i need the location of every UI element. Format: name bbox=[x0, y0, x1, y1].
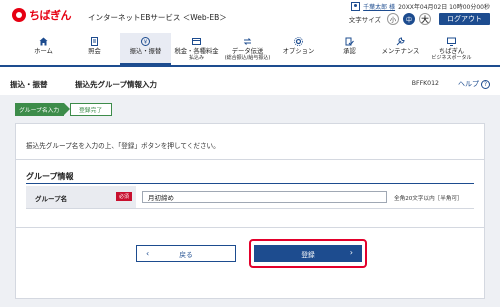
chevron-left-icon: ‹ bbox=[146, 249, 150, 258]
nav-sub-label: 払込み bbox=[188, 54, 204, 61]
group-name-value-cell: 全角20文字以内［半角可］ bbox=[136, 186, 474, 208]
nav-item-tax-payment[interactable]: 税金・各種料金 払込み bbox=[171, 33, 222, 65]
nav-item-home[interactable]: ホーム bbox=[18, 33, 69, 65]
nav-item-maintenance[interactable]: メンテナンス bbox=[375, 33, 426, 65]
nav-item-transfer[interactable]: ¥ 振込・振替 bbox=[120, 33, 171, 65]
input-hint: 全角20文字以内［半角可］ bbox=[394, 196, 463, 202]
login-time: 20XX年04月02日 10時00分00秒 bbox=[398, 4, 490, 11]
chevron-right-icon: › bbox=[349, 248, 353, 257]
maintenance-icon bbox=[396, 37, 405, 46]
logout-button[interactable]: ログアウト bbox=[439, 13, 490, 25]
step-label: 登録完了 bbox=[79, 108, 103, 114]
nav-label: 振込・振替 bbox=[129, 48, 162, 55]
register-button[interactable]: 登録 › bbox=[254, 245, 362, 262]
user-name[interactable]: 千葉太郎 様 bbox=[363, 2, 395, 11]
nav-label: オプション bbox=[282, 48, 315, 55]
breadcrumb-category: 振込・振替 bbox=[10, 80, 48, 89]
help-label: ヘルプ bbox=[458, 80, 479, 88]
instruction-text: 振込先グループ名を入力の上、「登録」ボタンを押してください。 bbox=[26, 142, 220, 150]
help-question-icon: ? bbox=[481, 79, 490, 89]
page-title-bar: 振込・振替 振込先グループ情報入力 BFFK012 ヘルプ ? bbox=[0, 73, 500, 93]
logo[interactable]: ちばぎん bbox=[12, 7, 72, 23]
nav-item-data-transfer[interactable]: データ伝送 (総合振込/給与振込) bbox=[222, 33, 273, 65]
step-next: 登録完了 bbox=[70, 103, 112, 116]
svg-text:¥: ¥ bbox=[144, 40, 148, 46]
font-size-controls: 文字サイズ 小 中 大 ログアウト bbox=[349, 13, 490, 25]
document-icon bbox=[90, 37, 99, 46]
chibagin-logo-icon bbox=[12, 8, 26, 22]
header: ちばぎん インターネットEBサービス ＜Web-EB＞ 千葉太郎 様 20XX年… bbox=[0, 0, 500, 33]
step-indicator: グループ名入力 登録完了 bbox=[15, 103, 112, 116]
tax-payment-icon bbox=[192, 37, 201, 46]
nav-label: 承認 bbox=[343, 48, 356, 55]
nav-label: ホーム bbox=[34, 48, 53, 55]
divider bbox=[16, 227, 484, 228]
group-name-label: グループ名 bbox=[35, 195, 68, 203]
main-panel: 振込先グループ名を入力の上、「登録」ボタンを押してください。 グループ情報 グル… bbox=[15, 123, 485, 299]
page-title: 振込先グループ情報入力 bbox=[75, 80, 158, 89]
approval-icon bbox=[345, 37, 354, 46]
group-name-row: グループ名 必須 全角20文字以内［半角可］ bbox=[26, 186, 474, 209]
nav-sub-label: ビジネスポータル bbox=[431, 54, 472, 61]
required-badge: 必須 bbox=[115, 192, 132, 201]
register-label: 登録 bbox=[301, 250, 315, 259]
group-name-label-cell: グループ名 必須 bbox=[26, 186, 136, 208]
service-name: インターネットEBサービス ＜Web-EB＞ bbox=[88, 13, 227, 22]
home-icon bbox=[39, 37, 48, 46]
screen-id: BFFK012 bbox=[411, 80, 439, 87]
group-name-input[interactable] bbox=[142, 191, 387, 203]
font-size-small-button[interactable]: 小 bbox=[387, 13, 399, 25]
back-label: 戻る bbox=[179, 250, 193, 259]
section-underline bbox=[26, 183, 474, 184]
nav-item-inquiry[interactable]: 照会 bbox=[69, 33, 120, 65]
section-title: グループ情報 bbox=[26, 172, 74, 181]
global-nav: ホーム 照会 ¥ 振込・振替 税金・各種料金 払込み データ伝送 (総合振込/給… bbox=[0, 33, 500, 67]
step-current: グループ名入力 bbox=[15, 103, 70, 116]
user-info: 千葉太郎 様 20XX年04月02日 10時00分00秒 bbox=[351, 2, 490, 11]
data-transfer-icon bbox=[243, 37, 252, 46]
divider bbox=[16, 159, 484, 160]
nav-item-approval[interactable]: 承認 bbox=[324, 33, 375, 65]
transfer-icon: ¥ bbox=[141, 37, 150, 46]
nav-label: 照会 bbox=[88, 48, 101, 55]
back-button[interactable]: ‹ 戻る bbox=[136, 245, 236, 262]
font-size-medium-button[interactable]: 中 bbox=[403, 13, 415, 25]
nav-item-business-portal[interactable]: ちばぎん ビジネスポータル bbox=[426, 33, 477, 65]
option-icon bbox=[294, 37, 303, 46]
step-label: グループ名入力 bbox=[19, 108, 60, 114]
help-link[interactable]: ヘルプ ? bbox=[458, 79, 490, 89]
user-icon bbox=[351, 2, 361, 11]
nav-label: メンテナンス bbox=[381, 48, 420, 55]
nav-item-option[interactable]: オプション bbox=[273, 33, 324, 65]
logo-text: ちばぎん bbox=[29, 9, 72, 22]
portal-icon bbox=[447, 37, 456, 46]
font-size-large-button[interactable]: 大 bbox=[419, 13, 431, 25]
font-size-label: 文字サイズ bbox=[348, 16, 381, 24]
nav-sub-label: (総合振込/給与振込) bbox=[224, 54, 271, 61]
